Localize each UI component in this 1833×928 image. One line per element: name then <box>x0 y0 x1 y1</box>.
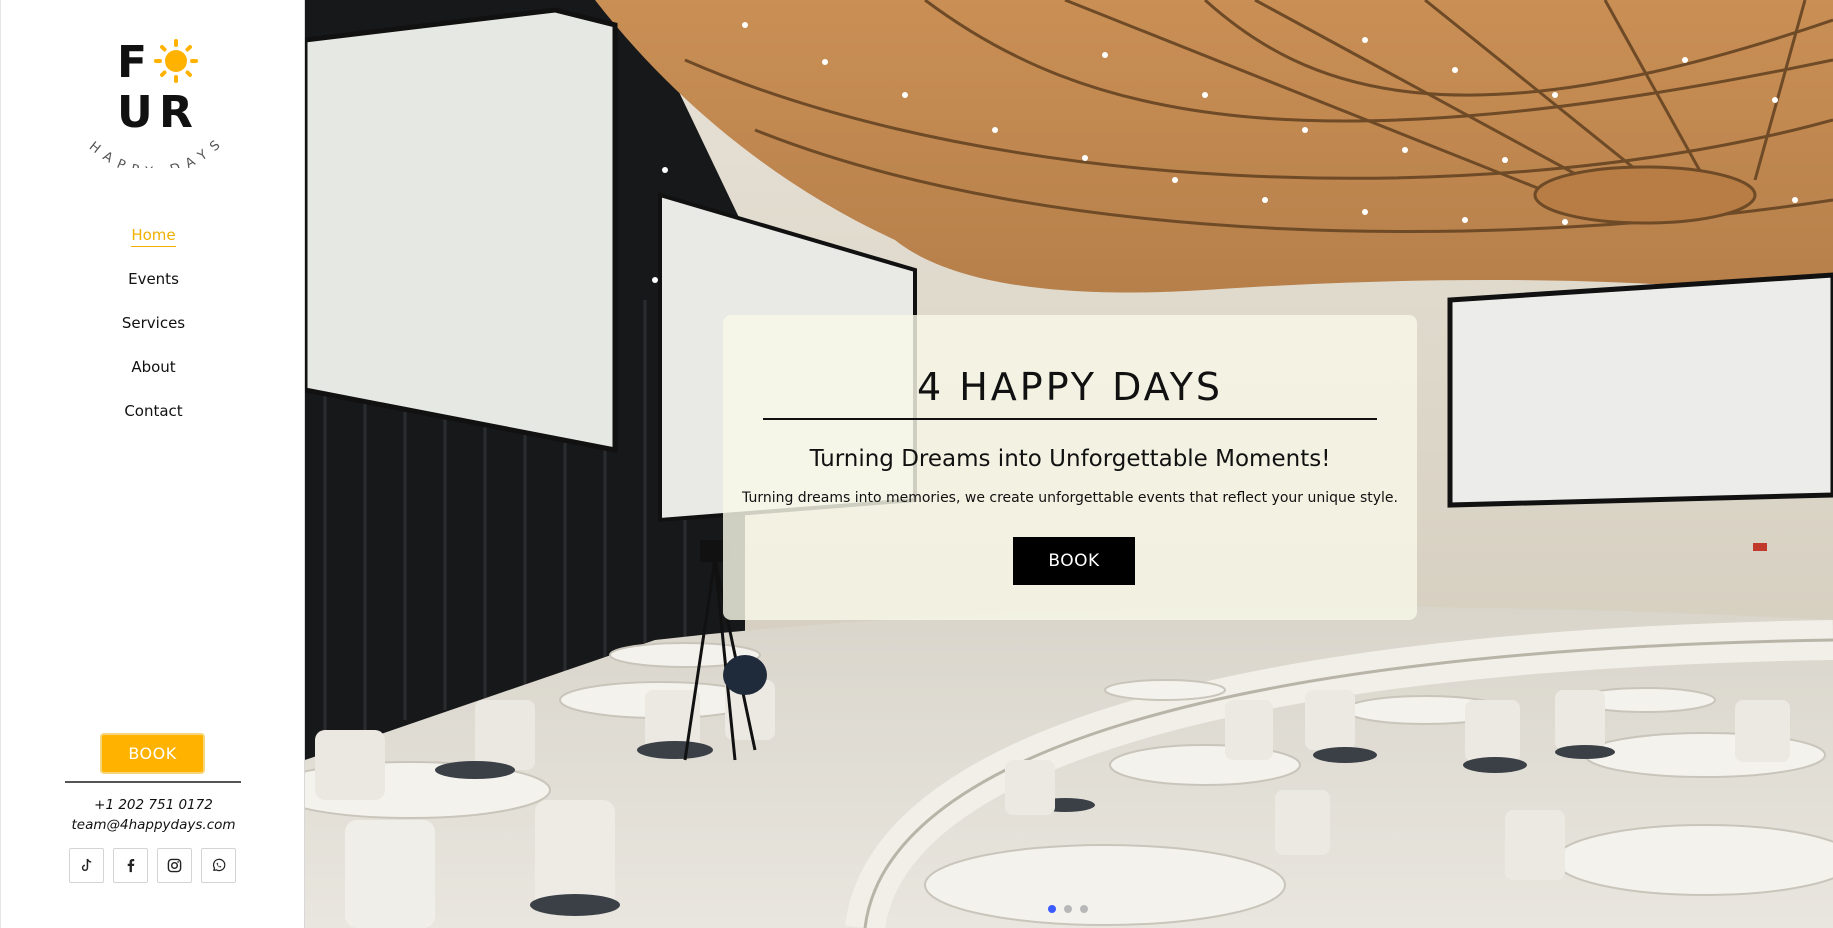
social-links <box>69 848 239 884</box>
nav-item-label: Home <box>131 226 176 247</box>
logo-letter-f: F <box>117 37 148 88</box>
instagram-icon <box>167 858 182 873</box>
nav-item-label: Contact <box>124 402 183 420</box>
nav-item-label: Services <box>121 314 186 332</box>
whatsapp-icon <box>212 858 226 872</box>
facebook-icon <box>127 859 135 873</box>
hero-book-button[interactable]: BOOK <box>1013 537 1135 585</box>
sidebar-divider <box>65 781 241 783</box>
slider-dots <box>1048 905 1098 915</box>
nav-item-label: Events <box>128 270 179 288</box>
logo-tagline: HAPPY DAYS <box>86 133 221 168</box>
svg-text:HAPPY DAYS: HAPPY DAYS <box>86 133 226 168</box>
whatsapp-button[interactable] <box>201 848 236 883</box>
hero-card: 4 HAPPY DAYS Turning Dreams into Unforge… <box>723 315 1417 620</box>
nav-item-home[interactable]: Home <box>1 222 306 266</box>
main-nav: Home Events Services About Contact <box>1 222 306 442</box>
email-address[interactable]: team@4happydays.com <box>1 815 306 835</box>
tiktok-icon <box>81 858 92 872</box>
sidebar-book-button[interactable]: BOOK <box>100 733 205 774</box>
hero-title: 4 HAPPY DAYS <box>916 365 1224 409</box>
slider-dot[interactable] <box>1048 905 1056 913</box>
nav-item-contact[interactable]: Contact <box>1 398 306 442</box>
contact-info: +1 202 751 0172 team@4happydays.com <box>1 795 306 835</box>
instagram-button[interactable] <box>157 848 192 883</box>
slider-dot[interactable] <box>1080 905 1088 913</box>
sidebar: F U R HAPPY DAYS Home <box>0 0 305 928</box>
phone-number[interactable]: +1 202 751 0172 <box>1 795 306 815</box>
facebook-button[interactable] <box>113 848 148 883</box>
nav-item-services[interactable]: Services <box>1 310 306 354</box>
nav-item-label: About <box>131 358 176 376</box>
hero-description: Turning dreams into memories, we create … <box>742 490 1398 506</box>
sun-icon <box>154 39 198 83</box>
logo-tagline-curve: HAPPY DAYS <box>86 133 226 168</box>
nav-item-events[interactable]: Events <box>1 266 306 310</box>
nav-item-about[interactable]: About <box>1 354 306 398</box>
hero-subtitle: Turning Dreams into Unforgettable Moment… <box>809 446 1331 472</box>
hero-section: 4 HAPPY DAYS Turning Dreams into Unforge… <box>305 0 1833 928</box>
hero-title-underline <box>763 418 1377 420</box>
logo[interactable]: F U R HAPPY DAYS <box>81 38 226 168</box>
tiktok-button[interactable] <box>69 848 104 883</box>
slider-dot[interactable] <box>1064 905 1072 913</box>
